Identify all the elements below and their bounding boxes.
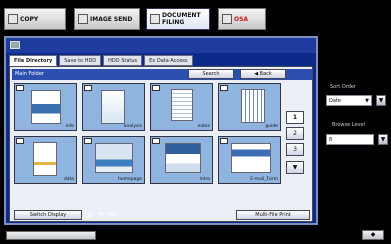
path-bar: Main Folder Search ◀ Back [12, 69, 312, 80]
file-name: intro [199, 177, 210, 182]
file-name: guide [265, 124, 278, 129]
multi-file-print-button[interactable]: Multi-File Print [236, 210, 310, 220]
status-icon: ◆ [370, 231, 376, 238]
document-preview [231, 143, 271, 173]
tab-ex-data-access[interactable]: Ex Data Access [144, 55, 193, 66]
file-name: notes [197, 124, 210, 129]
folder-icon [10, 41, 20, 49]
document-filing-label-1: DOCUMENT [162, 12, 201, 19]
document-filing-icon [150, 14, 160, 24]
page-button-2[interactable]: 2 [286, 127, 304, 140]
document-preview [101, 90, 125, 124]
browse-dropdown-button[interactable]: ▼ [378, 134, 388, 145]
chevron-down-icon: ▼ [380, 136, 386, 143]
image-send-icon [78, 14, 88, 24]
back-button[interactable]: ◀ Back [240, 69, 286, 79]
selection-checkbox[interactable] [84, 85, 92, 91]
osa-label: OSA [234, 15, 249, 23]
selection-checkbox[interactable] [16, 138, 24, 144]
window-header [6, 38, 316, 53]
copy-mode-label: COPY [20, 15, 39, 23]
thumbnail-grid: info analysis notes guide data homepage … [14, 83, 284, 187]
status-button[interactable]: ◆ [362, 230, 384, 240]
chevron-down-icon: ▼ [378, 97, 384, 104]
file-thumbnail[interactable]: info [14, 83, 77, 131]
switch-display-button[interactable]: Switch Display [14, 210, 82, 220]
copy-mode-tab[interactable]: COPY [4, 8, 66, 30]
file-count-icon: ▤ [86, 211, 93, 219]
back-label: Back [259, 71, 272, 77]
document-preview [241, 89, 265, 123]
image-send-label-2: SEND [113, 15, 133, 23]
osa-icon [222, 14, 232, 24]
file-name: info [65, 124, 74, 129]
image-send-label-1: IMAGE [90, 15, 112, 23]
arrow-down-icon: ▼ [292, 164, 298, 171]
file-thumbnail[interactable]: E-mail_Form [218, 136, 281, 184]
document-filing-window: File Directory Save to HDD HDD Status Ex… [4, 36, 318, 225]
file-thumbnail[interactable]: homepage [82, 136, 145, 184]
document-preview [31, 90, 61, 124]
file-name: data [63, 177, 74, 182]
sort-order-select[interactable]: Date ▼ [326, 95, 372, 106]
document-filing-label-2: FILING [162, 19, 185, 26]
document-preview [95, 143, 133, 173]
file-name: homepage [118, 177, 142, 182]
file-thumbnail[interactable]: guide [218, 83, 281, 131]
file-thumbnail[interactable]: notes [150, 83, 213, 131]
bottom-toolbar: Switch Display ▤ 40 Files Multi-File Pri… [12, 210, 312, 221]
file-name: E-mail_Form [250, 177, 278, 182]
osa-mode-tab[interactable]: OSA [218, 8, 266, 30]
tab-bar: File Directory Save to HDD HDD Status Ex… [9, 55, 193, 66]
document-preview [33, 142, 57, 176]
file-thumbnail[interactable]: data [14, 136, 77, 184]
selection-checkbox[interactable] [84, 138, 92, 144]
file-count-label: 40 Files [98, 212, 117, 218]
file-directory-panel: Main Folder Search ◀ Back info analysis … [9, 66, 313, 222]
copy-icon [8, 14, 18, 24]
browse-level-value: 8 [329, 137, 333, 143]
page-button-3[interactable]: 3 [286, 143, 304, 156]
sort-dropdown-button[interactable]: ▼ [376, 95, 386, 106]
document-preview [171, 89, 193, 121]
document-preview [165, 143, 201, 173]
sort-caret-icon: ▼ [365, 98, 369, 104]
sort-order-value: Date [329, 98, 341, 104]
tab-save-to-hdd[interactable]: Save to HDD [59, 55, 102, 66]
file-name: analysis [123, 124, 142, 129]
tab-hdd-status[interactable]: HDD Status [103, 55, 143, 66]
file-thumbnail[interactable]: analysis [82, 83, 145, 131]
sort-order-label: Sort Order [330, 84, 357, 90]
search-button[interactable]: Search [188, 69, 234, 79]
image-send-mode-tab[interactable]: IMAGE SEND [74, 8, 140, 30]
selection-checkbox[interactable] [152, 138, 160, 144]
browse-level-label: Browse Level [332, 122, 365, 128]
selection-checkbox[interactable] [16, 85, 24, 91]
path-label: Main Folder [15, 71, 44, 77]
browse-level-select[interactable]: 8 [326, 134, 374, 145]
scroll-down-button[interactable]: ▼ [286, 161, 304, 174]
selection-checkbox[interactable] [220, 138, 228, 144]
page-button-1[interactable]: 1 [286, 111, 304, 124]
file-thumbnail[interactable]: intro [150, 136, 213, 184]
selection-checkbox[interactable] [220, 85, 228, 91]
tab-file-directory[interactable]: File Directory [9, 55, 58, 66]
document-filing-mode-tab[interactable]: DOCUMENT FILING [146, 8, 210, 30]
status-bar [6, 231, 96, 240]
selection-checkbox[interactable] [152, 85, 160, 91]
